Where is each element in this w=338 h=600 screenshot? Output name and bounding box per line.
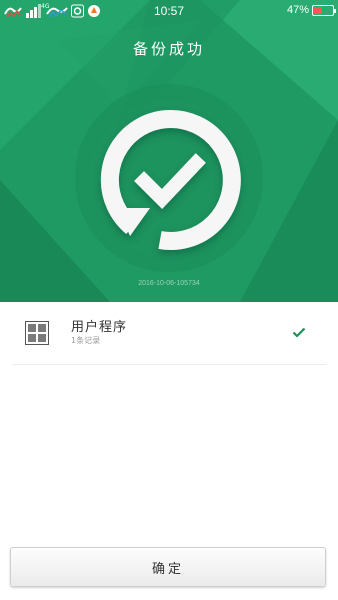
backup-success-check-icon — [89, 99, 249, 259]
battery-percent: 47% — [286, 4, 309, 16]
check-icon — [292, 327, 306, 338]
status-bar: 4G 10:57 47% — [0, 0, 338, 22]
list-item-user-apps[interactable]: 用户程序 1条记录 — [12, 302, 326, 365]
item-title: 用户程序 — [71, 320, 128, 335]
backup-success-header: 4G 10:57 47% 备份成功 2016-10-06-105734 — [0, 0, 338, 302]
app-grid-icon — [25, 321, 49, 345]
backup-timestamp: 2016-10-06-105734 — [138, 280, 200, 287]
page-title: 备份成功 — [132, 40, 205, 58]
battery-icon — [312, 4, 336, 16]
item-record-count: 1条记录 — [71, 336, 101, 345]
confirm-button[interactable]: 确定 — [10, 547, 326, 587]
